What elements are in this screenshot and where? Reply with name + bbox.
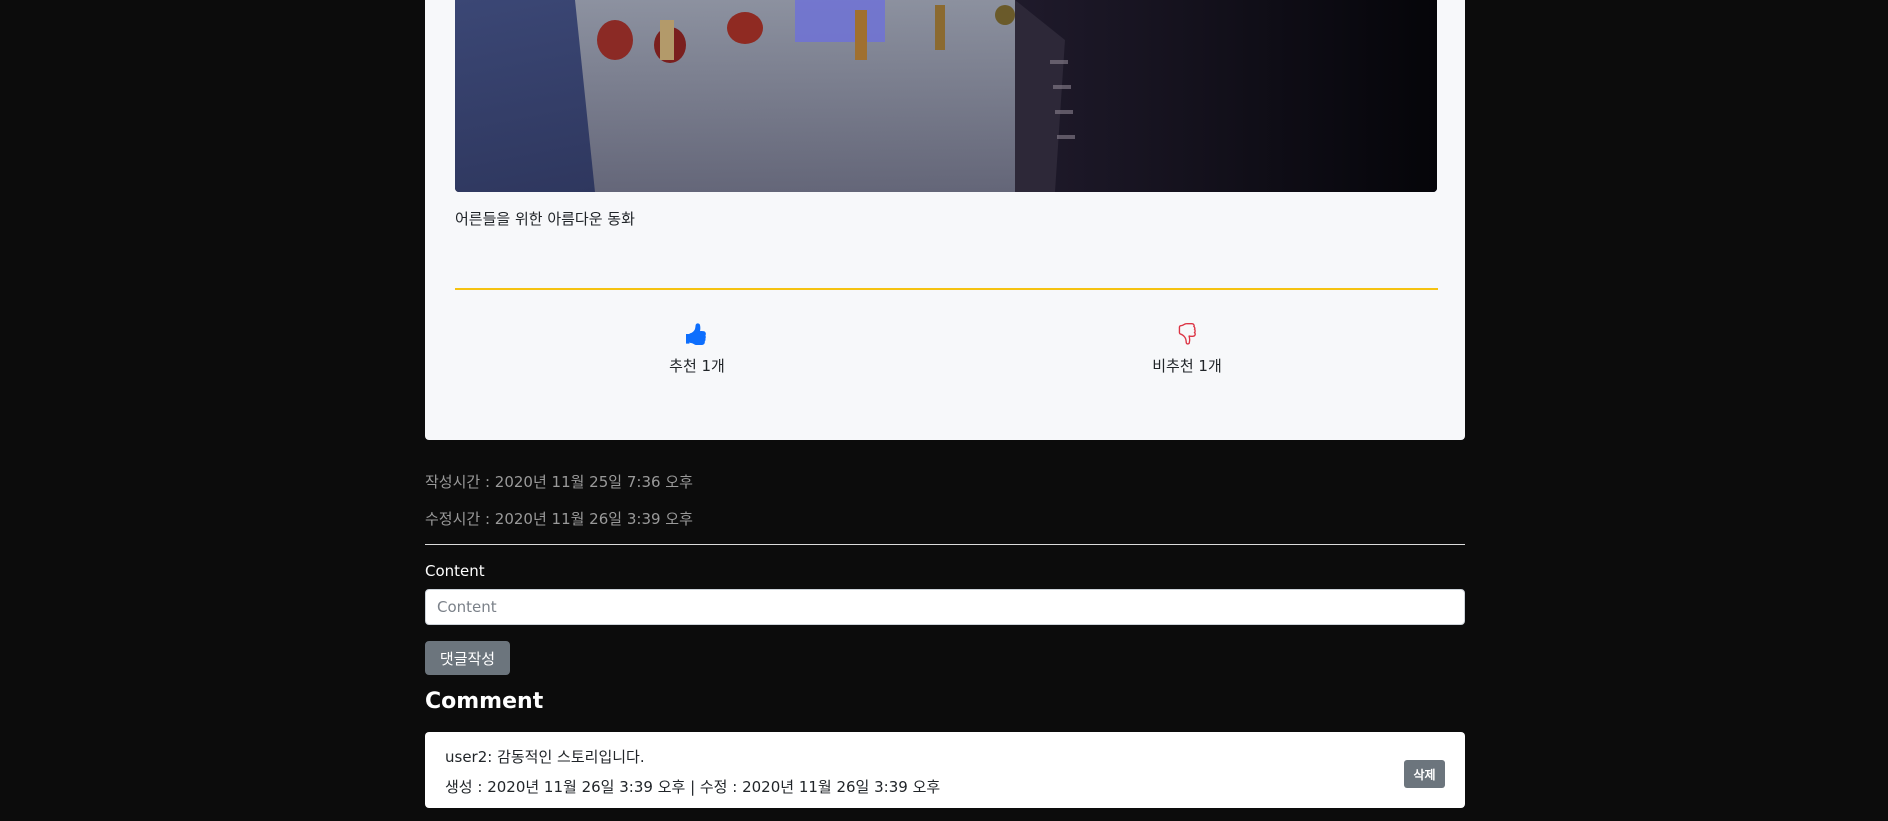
recommend-count: 추천 1개 <box>669 357 725 375</box>
comment-text: user2: 감동적인 스토리입니다. <box>445 748 645 766</box>
not-recommend-count: 비추천 1개 <box>1152 357 1222 375</box>
content-input[interactable] <box>425 589 1465 625</box>
page: 어른들을 위한 아름다운 동화 추천 1개 비추천 1개 작성시간 : 2020… <box>0 0 1888 821</box>
created-time: 작성시간 : 2020년 11월 25일 7:36 오후 <box>425 473 693 491</box>
not-recommend-button[interactable]: 비추천 1개 <box>1127 323 1247 376</box>
delete-comment-button[interactable]: 삭제 <box>1404 760 1445 788</box>
modified-time: 수정시간 : 2020년 11월 26일 3:39 오후 <box>425 510 693 528</box>
poster-illustration <box>455 0 1437 192</box>
post-description: 어른들을 위한 아름다운 동화 <box>455 210 635 228</box>
section-divider <box>455 288 1438 290</box>
post-image <box>455 0 1437 192</box>
thumbs-down-icon[interactable] <box>1127 323 1247 349</box>
horizontal-rule <box>425 544 1465 545</box>
write-comment-button[interactable]: 댓글작성 <box>425 641 510 675</box>
content-label: Content <box>425 562 485 580</box>
recommend-button[interactable]: 추천 1개 <box>637 323 757 376</box>
comment-item: user2: 감동적인 스토리입니다. 생성 : 2020년 11월 26일 3… <box>425 732 1465 808</box>
comment-meta: 생성 : 2020년 11월 26일 3:39 오후 | 수정 : 2020년 … <box>445 778 941 796</box>
thumbs-up-icon[interactable] <box>637 323 757 349</box>
post-card: 어른들을 위한 아름다운 동화 추천 1개 비추천 1개 <box>425 0 1465 440</box>
comment-heading: Comment <box>425 689 544 714</box>
